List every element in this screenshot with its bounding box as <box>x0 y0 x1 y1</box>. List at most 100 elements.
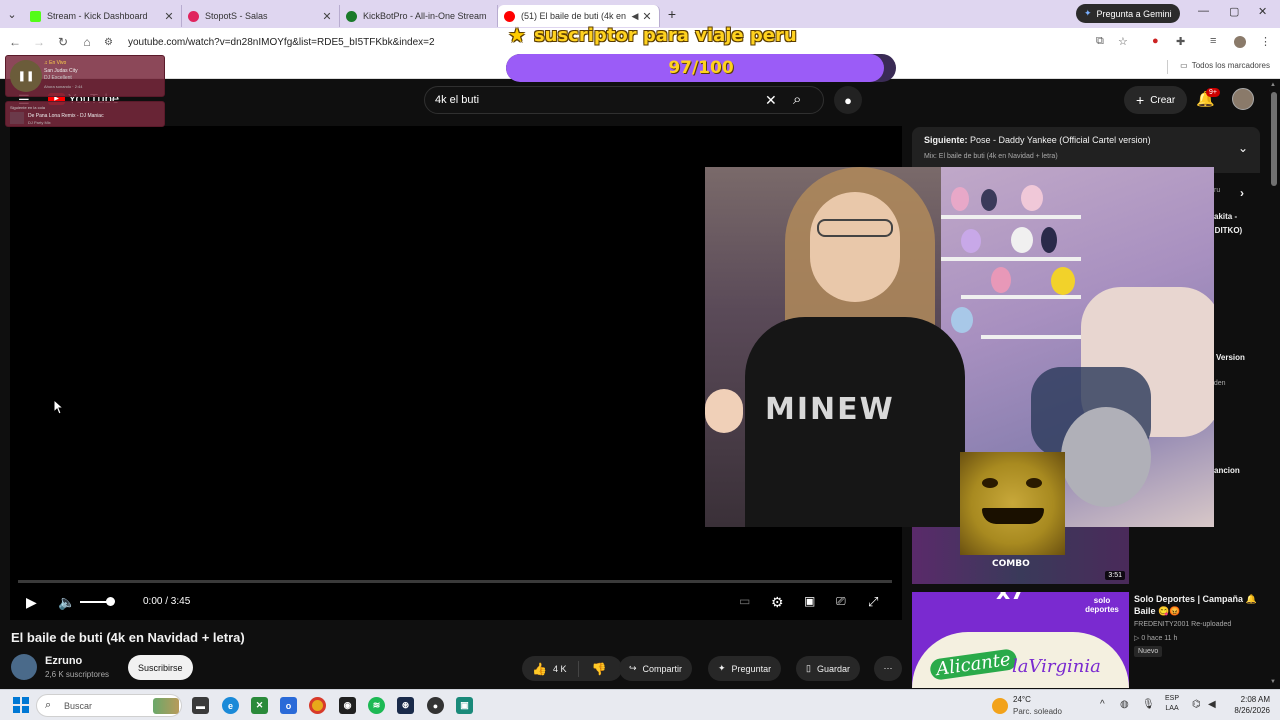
channel-name[interactable]: Ezruno <box>45 655 82 667</box>
now-playing-artist: DJ Excellent <box>44 75 72 81</box>
create-label: Crear <box>1150 94 1176 106</box>
network-icon[interactable]: ⌬ <box>1192 699 1201 710</box>
system-clock[interactable]: 2:08 AM 8/26/2026 <box>1225 694 1270 716</box>
taskbar-search[interactable]: ⌕ Buscar <box>36 694 182 717</box>
tray-app-icon[interactable]: ◍ <box>1120 699 1129 710</box>
volume-knob[interactable] <box>106 597 115 606</box>
goal-progress-text: 97/100 <box>668 58 734 78</box>
site-info-icon[interactable]: ⚙ <box>104 37 118 48</box>
chevron-down-icon[interactable]: ⌄ <box>1238 141 1248 155</box>
star-icon: ★ <box>508 23 526 47</box>
related-channel[interactable]: FREDENITY2001 Re-uploaded <box>1134 621 1231 628</box>
save-button[interactable]: ▯ Guardar <box>796 656 860 681</box>
tab-search-button[interactable]: ⌄ <box>0 0 24 28</box>
meme-face-sticker <box>960 452 1065 555</box>
cast-icon[interactable]: ⎚ <box>836 594 846 609</box>
new-tab-button[interactable]: + <box>660 6 684 22</box>
related-thumbnail-2[interactable]: x7 solo deportes Alicante laVirginia <box>912 592 1129 688</box>
subtitles-icon[interactable]: ▭ <box>739 594 750 608</box>
account-avatar[interactable] <box>1232 88 1254 110</box>
ask-button[interactable]: ✦ Preguntar <box>708 656 782 681</box>
more-actions-button[interactable]: ⋯ <box>874 656 902 681</box>
tab-title: KickBotPro - All-in-One Stream <box>363 11 487 21</box>
close-window-button[interactable]: ✕ <box>1258 5 1267 18</box>
shelf <box>961 295 1081 299</box>
youtube-favicon-icon <box>504 10 515 22</box>
shelf <box>941 215 1081 219</box>
steam-icon[interactable]: ⊛ <box>397 697 414 714</box>
xbox-icon[interactable]: ✕ <box>251 697 268 714</box>
close-tab-icon[interactable]: ✕ <box>163 10 175 23</box>
tab-kick-dashboard[interactable]: Stream - Kick Dashboard ✕ <box>24 5 182 27</box>
search-input[interactable]: 4k el buti <box>435 94 479 106</box>
windows-start-icon[interactable] <box>13 697 29 713</box>
glasses <box>817 219 893 237</box>
create-button[interactable]: + Crear <box>1124 86 1188 114</box>
forward-button[interactable]: → <box>27 35 51 49</box>
microphone-icon[interactable]: 🎙 <box>1142 699 1155 710</box>
play-button[interactable]: ▶ <box>26 594 37 611</box>
like-count[interactable]: 4 K <box>553 664 567 674</box>
dislike-icon[interactable]: 👎 <box>591 662 606 676</box>
subscribe-button[interactable]: Suscribirse <box>128 655 193 680</box>
settings-gear-icon[interactable]: ⚙ <box>771 594 784 611</box>
tab-stopots[interactable]: StopotS - Salas ✕ <box>182 5 340 27</box>
outlook-icon[interactable]: o <box>280 697 297 714</box>
plush-toy <box>1011 227 1033 253</box>
menu-kebab-icon[interactable]: ⋮ <box>1260 35 1271 48</box>
all-bookmarks-button[interactable]: ▭ Todos los marcadores <box>1180 61 1270 70</box>
related-video-title[interactable]: Solo Deportes | Campaña 🔔 Baile 😋😡 <box>1134 593 1264 617</box>
reading-list-icon[interactable]: ≡ <box>1210 35 1216 47</box>
fullscreen-icon[interactable]: ⤢ <box>868 594 878 610</box>
mouse-cursor-icon <box>54 400 64 415</box>
scroll-down-icon[interactable]: ▼ <box>1270 679 1276 685</box>
close-tab-icon[interactable]: ✕ <box>321 10 333 23</box>
edge-icon[interactable]: e <box>222 697 239 714</box>
volume-icon[interactable]: 🔈 <box>58 594 75 611</box>
voice-search-button[interactable]: ● <box>834 86 862 114</box>
video-progress-bar[interactable] <box>18 580 892 583</box>
back-button[interactable]: ← <box>3 35 27 49</box>
channel-avatar[interactable] <box>11 654 37 680</box>
scroll-up-icon[interactable]: ▲ <box>1270 82 1276 88</box>
app-with-badge-icon[interactable]: ● <box>427 697 444 714</box>
language-indicator[interactable]: ESP LAA <box>1165 694 1179 714</box>
bookmark-star-icon[interactable]: ☆ <box>1118 35 1128 48</box>
spotify-icon[interactable]: ≋ <box>368 697 385 714</box>
queue-widget: Siguiente en la cola De Pana Lona Remix … <box>5 101 165 127</box>
up-next-prefix: Siguiente: <box>924 135 968 145</box>
queue-header: Siguiente en la cola <box>10 105 45 110</box>
extensions-icon[interactable]: ✚ <box>1176 35 1185 48</box>
file-explorer-icon[interactable]: ▬ <box>192 697 209 714</box>
mix-name: Mix: El baile de buti (4k en Navidad + l… <box>924 153 1058 160</box>
side-text-fragment: ru <box>1214 187 1221 194</box>
search-icon[interactable]: ⌕ <box>793 91 801 108</box>
install-icon[interactable]: ⧉ <box>1096 35 1104 48</box>
close-tab-icon[interactable]: ✕ <box>641 10 653 23</box>
like-icon[interactable]: 👍 <box>532 662 547 676</box>
page-scrollbar[interactable] <box>1271 92 1277 186</box>
reload-button[interactable]: ↻ <box>51 35 75 49</box>
goal-progress-bar: 97/100 <box>506 54 896 82</box>
clear-search-icon[interactable]: ✕ <box>765 92 777 109</box>
theater-mode-icon[interactable]: ▣ <box>804 594 815 608</box>
tab-kickbotpro[interactable]: KickBotPro - All-in-One Stream <box>340 5 498 27</box>
maximize-button[interactable]: ▢ <box>1229 5 1239 18</box>
speaker-icon[interactable]: ◀ <box>629 11 641 22</box>
home-button[interactable]: ⌂ <box>75 35 99 49</box>
video-title: El baile de buti (4k en Navidad + letra) <box>11 630 245 645</box>
sparkle-icon: ✦ <box>718 663 726 673</box>
app-teal-icon[interactable]: ▣ <box>456 697 473 714</box>
extension-red-icon[interactable]: ● <box>1152 35 1159 47</box>
search-box[interactable]: 4k el buti ✕ ⌕ <box>424 86 824 114</box>
speaker-icon[interactable]: ◀ <box>1208 699 1216 710</box>
gemini-button[interactable]: ✦ Pregunta a Gemini <box>1076 4 1180 23</box>
tray-chevron-up-icon[interactable]: ^ <box>1100 699 1105 710</box>
minimize-button[interactable]: — <box>1198 5 1209 17</box>
share-button[interactable]: ↪ Compartir <box>619 656 693 681</box>
obs-icon[interactable]: ◉ <box>339 697 356 714</box>
tab-title: StopotS - Salas <box>205 11 268 21</box>
chrome-icon[interactable] <box>309 697 326 714</box>
profile-avatar[interactable] <box>1234 36 1246 48</box>
chevron-right-icon[interactable]: › <box>1240 186 1244 200</box>
